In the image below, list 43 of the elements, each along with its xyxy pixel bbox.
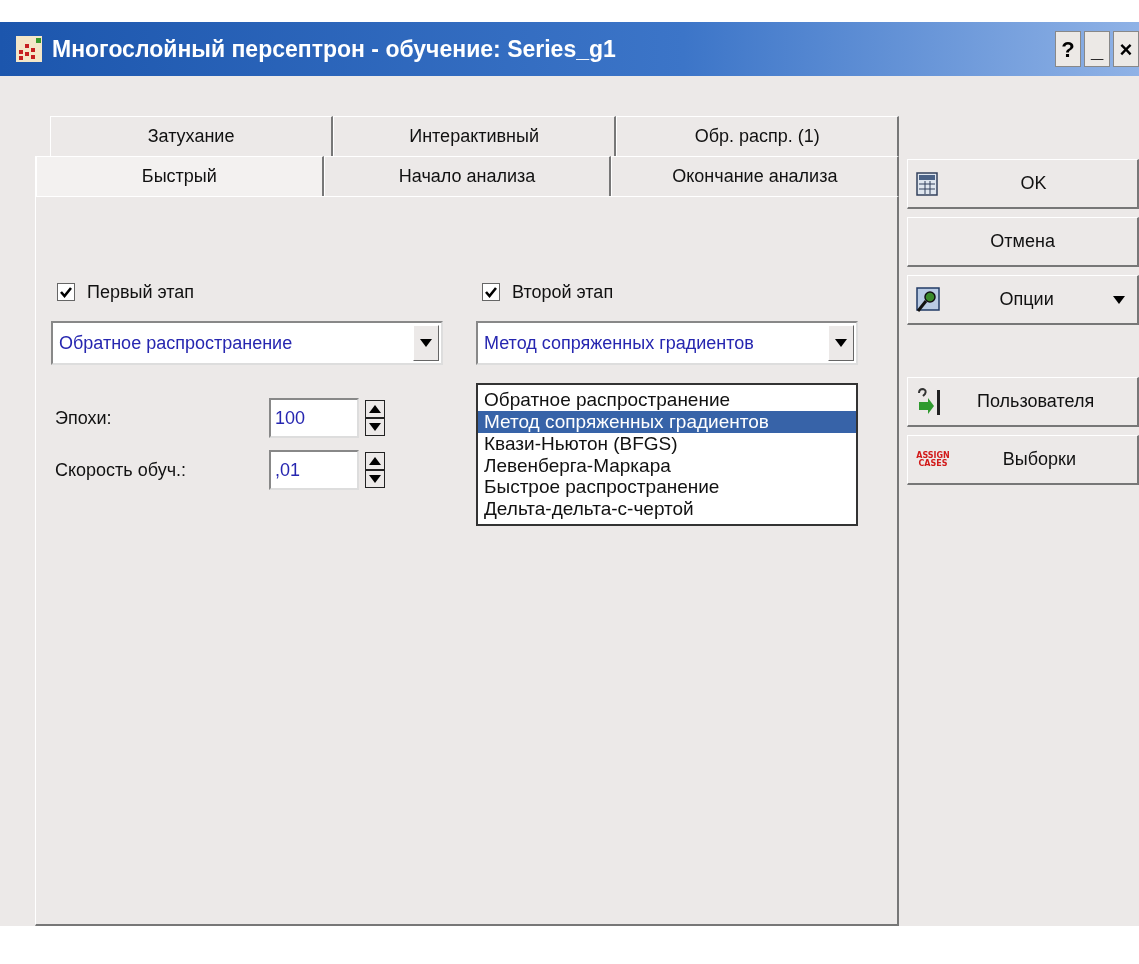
- close-button[interactable]: ×: [1113, 31, 1139, 67]
- dropdown[interactable]: Метод сопряженных градиентов: [476, 321, 858, 365]
- caret-icon: [1113, 295, 1125, 304]
- field-label: Эпохи:: [54, 406, 113, 430]
- checkbox-label: Второй этап: [512, 280, 614, 304]
- dropdown-option[interactable]: Обратное распространение: [478, 389, 856, 411]
- tab[interactable]: Затухание: [50, 116, 334, 156]
- dropdown-option[interactable]: Быстрое распространение: [478, 476, 856, 499]
- question-arrow-icon: [916, 387, 943, 416]
- dropdown-option[interactable]: Метод сопряженных градиентов: [478, 410, 856, 433]
- dropdown-option[interactable]: Дельта-дельта-с-чертой: [478, 498, 856, 521]
- check-icon: [485, 286, 497, 298]
- ok-button[interactable]: OK: [907, 159, 1139, 209]
- window-title: Многослойный персептрон - обучение: Series_g1: [52, 34, 617, 64]
- tab[interactable]: Интерактивный: [333, 116, 617, 156]
- checkbox[interactable]: [482, 283, 500, 301]
- input-field[interactable]: ,01: [269, 450, 359, 490]
- tab[interactable]: Окончание анализа: [611, 156, 900, 196]
- app-icon: [16, 36, 42, 62]
- options-button[interactable]: Опции: [907, 275, 1139, 325]
- field-label: Скорость обуч.:: [54, 458, 188, 482]
- magnifier-icon: [916, 286, 941, 313]
- caret-icon: [420, 339, 432, 347]
- caret-icon: [835, 339, 847, 347]
- help-button[interactable]: ?: [1055, 31, 1081, 67]
- cancel-button[interactable]: Отмена: [907, 217, 1139, 267]
- checkbox-label: Первый этап: [87, 280, 195, 304]
- grid-icon: [916, 171, 939, 196]
- checkbox[interactable]: [57, 283, 75, 301]
- dropdown[interactable]: Обратное распространение: [51, 321, 443, 365]
- assign-cases-icon: ASSIGN CASES: [916, 451, 950, 468]
- spin-buttons-icon[interactable]: [365, 452, 385, 488]
- check-icon: [60, 286, 72, 298]
- input-field[interactable]: 100: [269, 398, 359, 438]
- tab[interactable]: Начало анализа: [323, 156, 612, 196]
- user-button[interactable]: Пользователя: [907, 377, 1139, 427]
- tab[interactable]: Быстрый: [35, 156, 324, 196]
- samples-button[interactable]: ASSIGN CASES Выборки: [907, 435, 1139, 485]
- dropdown-option[interactable]: Левенберга-Маркара: [478, 454, 856, 477]
- tab[interactable]: Обр. распр. (1): [616, 116, 900, 156]
- dropdown-option[interactable]: Квази-Ньютон (BFGS): [478, 432, 856, 455]
- minimize-button[interactable]: _: [1084, 31, 1110, 67]
- spin-buttons-icon[interactable]: [365, 400, 385, 436]
